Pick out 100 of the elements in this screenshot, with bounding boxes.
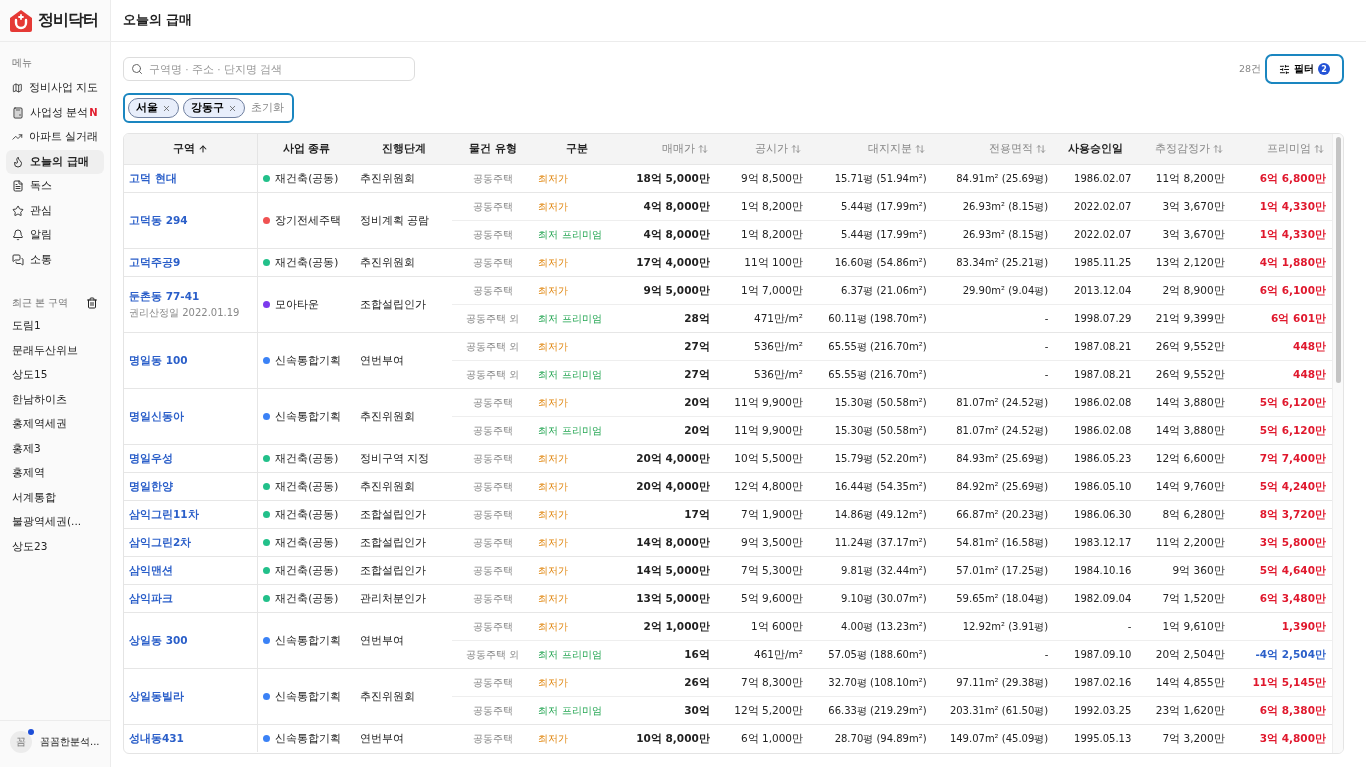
recent-item[interactable]: 상도23 bbox=[0, 534, 110, 559]
column-header[interactable]: 구역 bbox=[124, 134, 258, 165]
stage-cell: 조합설립인가 bbox=[355, 528, 453, 557]
recent-item[interactable]: 불광역세권(... bbox=[0, 510, 110, 535]
area-cell: 26.93m² (8.15평) bbox=[932, 220, 1055, 249]
appraisal-cell: 26억 9,552만 bbox=[1137, 360, 1231, 389]
appraisal-cell: 8억 6,280만 bbox=[1137, 500, 1231, 529]
appraisal-cell: 14억 4,855만 bbox=[1137, 668, 1231, 697]
chat-icon bbox=[12, 253, 24, 266]
stage-cell: 관리처분인가 bbox=[355, 584, 453, 613]
district-link[interactable]: 삼익맨션 bbox=[129, 563, 253, 578]
land-share-cell: 15.79평 (52.20m²) bbox=[809, 444, 933, 473]
sort-icon[interactable] bbox=[914, 144, 925, 154]
recent-item[interactable]: 상도15 bbox=[0, 363, 110, 388]
project-type: 재건축(공동) bbox=[275, 535, 339, 550]
nav-item[interactable]: 소통 bbox=[6, 247, 104, 272]
district-link[interactable]: 삼익그린2차 bbox=[129, 535, 253, 550]
close-icon[interactable] bbox=[162, 103, 171, 113]
district-link[interactable]: 고덕동 294 bbox=[129, 213, 253, 228]
column-header[interactable]: 매매가 bbox=[620, 134, 716, 165]
category-cell: 최저가 bbox=[533, 444, 621, 473]
official-price-cell: 9억 3,500만 bbox=[715, 528, 809, 557]
sort-icon[interactable] bbox=[1036, 144, 1047, 154]
official-price-cell: 12억 4,800만 bbox=[715, 472, 809, 501]
column-header[interactable]: 진행단계 bbox=[355, 134, 453, 165]
district-link[interactable]: 삼익파크 bbox=[129, 591, 253, 606]
reset-button[interactable]: 초기화 bbox=[249, 101, 286, 115]
property-type-cell: 공동주택 bbox=[452, 220, 534, 249]
category-cell: 최저가 bbox=[533, 612, 621, 641]
recent-item[interactable]: 문래두산위브 bbox=[0, 338, 110, 363]
recent-item[interactable]: 홍제역 bbox=[0, 461, 110, 486]
stage-cell: 정비계획 공람 bbox=[355, 192, 453, 249]
close-icon[interactable] bbox=[228, 103, 237, 113]
district-link[interactable]: 고덕주공9 bbox=[129, 255, 253, 270]
appraisal-cell: 7억 1,520만 bbox=[1137, 584, 1231, 613]
land-share-cell: 11.24평 (37.17m²) bbox=[809, 528, 933, 557]
district-link[interactable]: 명일우성 bbox=[129, 451, 253, 466]
property-type-cell: 공동주택 외 bbox=[452, 360, 534, 389]
scrollbar[interactable] bbox=[1335, 137, 1341, 384]
stage-cell: 연번부여 bbox=[355, 332, 453, 389]
area-cell: 29.90m² (9.04평) bbox=[932, 276, 1055, 305]
search-field[interactable]: 구역명 · 주소 · 단지명 검색 bbox=[123, 57, 415, 81]
recent-item[interactable]: 한남하이츠 bbox=[0, 387, 110, 412]
district-link[interactable]: 명일신동아 bbox=[129, 409, 253, 424]
nav-item[interactable]: 관심 bbox=[6, 198, 104, 223]
category-cell: 최저가 bbox=[533, 724, 621, 752]
sort-icon[interactable] bbox=[791, 144, 801, 154]
nav-item[interactable]: 아파트 실거래 bbox=[6, 125, 104, 150]
category-cell: 최저 프리미엄 bbox=[533, 304, 621, 333]
nav-item[interactable]: 오늘의 급매 bbox=[6, 149, 104, 174]
user-avatar[interactable]: 꼼 bbox=[10, 731, 32, 753]
filter-chip[interactable]: 서울 bbox=[128, 98, 179, 118]
property-type-cell: 공동주택 외 bbox=[452, 640, 534, 669]
column-header[interactable]: 사업 종류 bbox=[257, 134, 356, 165]
logo-icon bbox=[9, 8, 33, 33]
nav-item[interactable]: 정비사업 지도 bbox=[6, 76, 104, 101]
flame-icon bbox=[12, 155, 24, 168]
sort-icon[interactable] bbox=[1212, 144, 1223, 154]
nav-item[interactable]: 알림 bbox=[6, 223, 104, 248]
recent-item[interactable]: 도림1 bbox=[0, 314, 110, 339]
district-link[interactable]: 명일한양 bbox=[129, 479, 253, 494]
nav-item[interactable]: 사업성 분석 N bbox=[6, 100, 104, 125]
sort-icon[interactable] bbox=[1314, 144, 1324, 154]
column-header[interactable]: 사용승인일 bbox=[1054, 134, 1138, 165]
project-type: 모아타운 bbox=[275, 297, 320, 312]
district-link[interactable]: 삼익그린11차 bbox=[129, 507, 253, 522]
approval-date-cell: 2013.12.04 bbox=[1054, 276, 1138, 305]
district-link[interactable]: 둔촌동 77-41 bbox=[129, 289, 253, 304]
column-header[interactable]: 물건 유형 bbox=[452, 134, 534, 165]
filter-button[interactable]: 필터 2 bbox=[1265, 54, 1344, 84]
recent-item[interactable]: 홍제3 bbox=[0, 436, 110, 461]
search-icon bbox=[131, 63, 143, 75]
official-price-cell: 536만/m² bbox=[715, 332, 809, 361]
approval-date-cell: 1982.09.04 bbox=[1054, 584, 1138, 613]
category-cell: 최저가 bbox=[533, 192, 621, 221]
price-cell: 27억 bbox=[620, 360, 716, 389]
property-type-cell: 공동주택 외 bbox=[452, 304, 534, 333]
sort-ascending-icon[interactable] bbox=[198, 144, 209, 154]
area-cell: 149.07m² (45.09평) bbox=[932, 724, 1055, 752]
sort-icon[interactable] bbox=[697, 144, 708, 154]
column-header[interactable]: 구분 bbox=[533, 134, 621, 165]
appraisal-cell: 9억 360만 bbox=[1137, 556, 1231, 585]
appraisal-cell: 13억 2,120만 bbox=[1137, 248, 1231, 277]
filter-chip[interactable]: 강동구 bbox=[183, 98, 245, 118]
property-type-cell: 공동주택 bbox=[452, 164, 534, 193]
property-type-cell: 공동주택 bbox=[452, 388, 534, 417]
trash-icon[interactable] bbox=[86, 297, 98, 309]
recent-item[interactable]: 서계통합 bbox=[0, 485, 110, 510]
nav-item[interactable]: 독스 bbox=[6, 174, 104, 199]
district-link[interactable]: 명일동 100 bbox=[129, 353, 253, 368]
district-link[interactable]: 상일동빌라 bbox=[129, 689, 253, 704]
property-type-cell: 공동주택 bbox=[452, 416, 534, 445]
price-cell: 4억 8,000만 bbox=[620, 220, 716, 249]
district-link[interactable]: 성내동431 bbox=[129, 731, 253, 746]
recent-item[interactable]: 홍제역세권 bbox=[0, 412, 110, 437]
approval-date-cell: 1992.03.25 bbox=[1054, 696, 1138, 725]
district-link[interactable]: 상일동 300 bbox=[129, 633, 253, 648]
district-link[interactable]: 고덕 현대 bbox=[129, 171, 253, 186]
price-cell: 16억 bbox=[620, 640, 716, 669]
land-share-cell: 4.00평 (13.23m²) bbox=[809, 612, 933, 641]
